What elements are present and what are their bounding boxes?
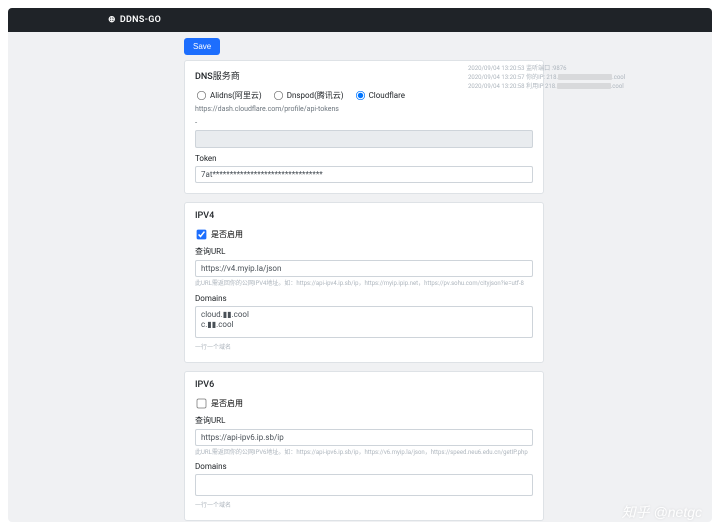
ipv6-domains-input[interactable] [195, 474, 533, 496]
ipv4-title: IPV4 [195, 211, 533, 221]
ipv4-url-label: 查询URL [195, 246, 533, 257]
ipv4-enable-checkbox[interactable] [197, 230, 207, 240]
dns-help-link[interactable]: https://dash.cloudflare.com/profile/api-… [195, 105, 533, 113]
ipv6-card: IPV6 是否启用 查询URL 此URL需返回你的公网IPV6地址。如：http… [184, 371, 544, 522]
dns-secret-input [195, 130, 533, 148]
ipv6-url-hint: 此URL需返回你的公网IPV6地址。如：https://api-ipv6.ip.… [195, 449, 533, 457]
radio-dnspod-input[interactable] [274, 91, 283, 100]
log-row: 2020/09/04 13:20:57 你的IP: 218..cool [468, 73, 668, 82]
app-logo-icon: ⊕ [108, 15, 116, 25]
ipv4-domains-label: Domains [195, 294, 533, 303]
radio-dnspod[interactable]: Dnspod(腾讯云) [272, 89, 344, 102]
app-title: DDNS-GO [120, 15, 161, 25]
dns-token-input[interactable] [195, 166, 533, 183]
dns-token-label: Token [195, 154, 533, 163]
ipv6-url-label: 查询URL [195, 415, 533, 426]
ipv6-enable-label: 是否启用 [211, 398, 243, 409]
topbar: ⊕ DDNS-GO [8, 8, 712, 32]
ipv4-url-input[interactable] [195, 260, 533, 277]
ipv4-enable-label: 是否启用 [211, 229, 243, 240]
ipv6-enable-checkbox[interactable] [197, 398, 207, 408]
redacted-icon [558, 74, 612, 80]
radio-cloudflare[interactable]: Cloudflare [354, 89, 405, 102]
logs-panel: 2020/09/04 13:20:53 监听端口 :9876 2020/09/0… [468, 64, 668, 91]
radio-alidns-input[interactable] [197, 91, 206, 100]
ipv6-url-input[interactable] [195, 429, 533, 446]
ipv4-card: IPV4 是否启用 查询URL 此URL需返回你的公网IPV4地址。如：http… [184, 202, 544, 363]
ipv6-domains-label: Domains [195, 462, 533, 471]
page: Save DNS服务商 Alidns(阿里云) Dnspod(腾讯云) Clou… [8, 32, 712, 522]
radio-alidns[interactable]: Alidns(阿里云) [195, 89, 262, 102]
ipv4-domains-input[interactable]: cloud.▮▮.cool c.▮▮.cool [195, 306, 533, 338]
save-button[interactable]: Save [184, 38, 220, 55]
ipv6-title: IPV6 [195, 380, 533, 390]
ipv6-domains-hint: 一行一个域名 [195, 502, 533, 510]
log-row: 2020/09/04 13:20:53 监听端口 :9876 [468, 64, 668, 73]
ipv4-domains-hint: 一行一个域名 [195, 344, 533, 352]
ipv4-url-hint: 此URL需返回你的公网IPV4地址。如：https://api-ipv4.ip.… [195, 280, 533, 288]
radio-cloudflare-input[interactable] [356, 91, 365, 100]
log-row: 2020/09/04 13:20:58 利用IP 218..cool [468, 82, 668, 91]
redacted-icon [557, 83, 611, 89]
watermark: 知乎 @netgc [622, 502, 702, 522]
dns-dash: - [195, 118, 533, 127]
